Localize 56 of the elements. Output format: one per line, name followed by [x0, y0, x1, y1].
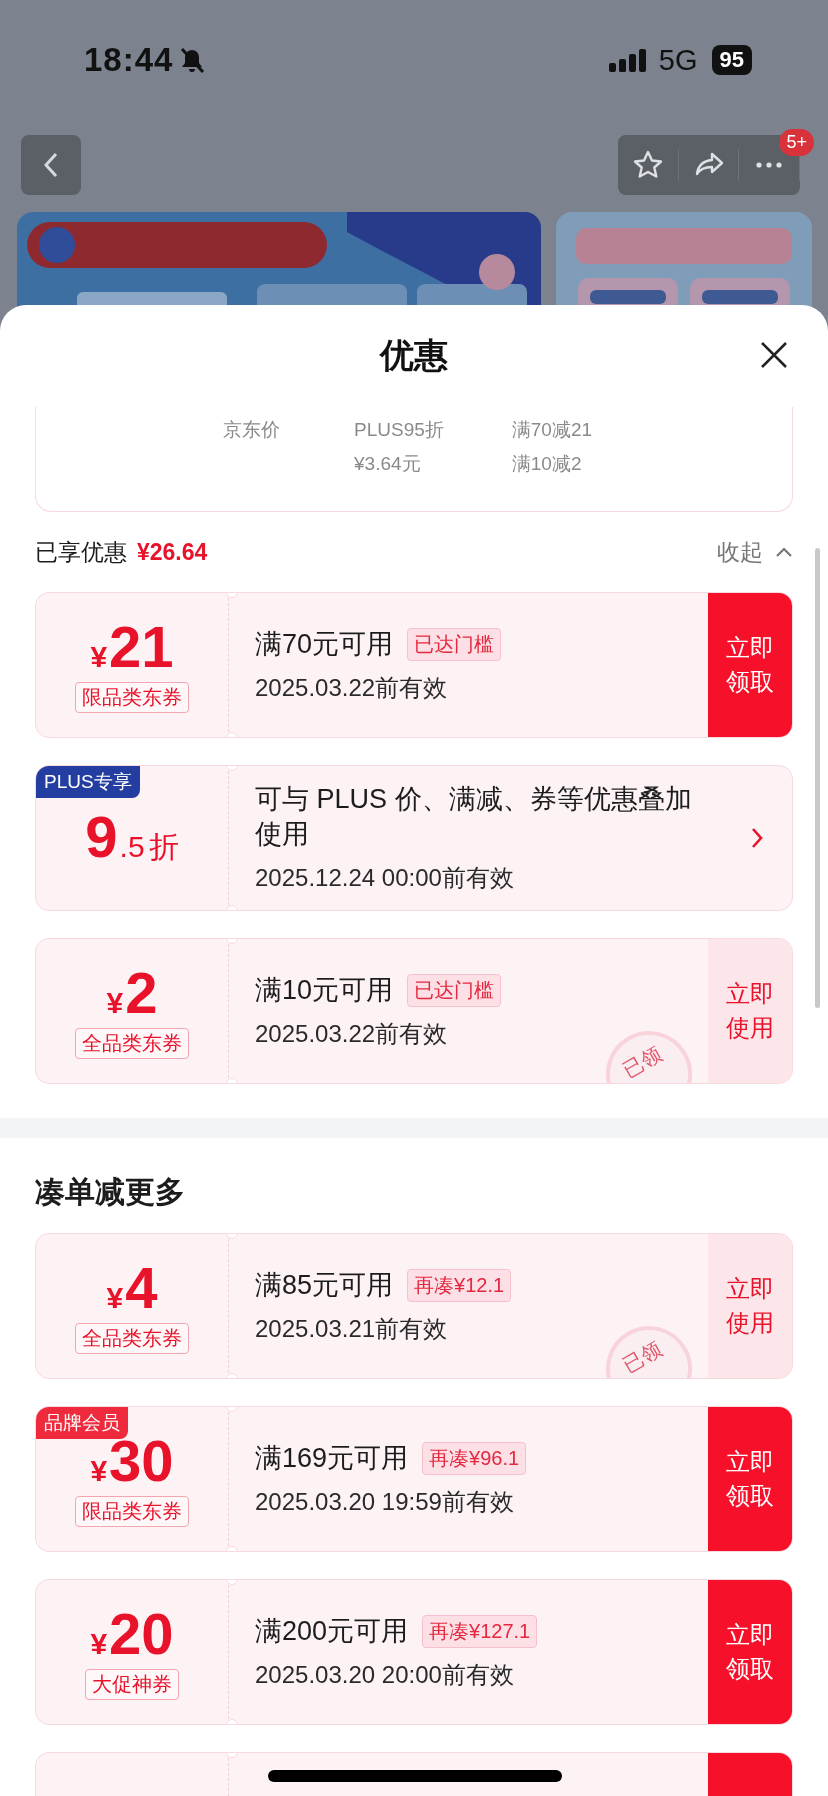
section-title: 凑单减更多 — [35, 1174, 186, 1210]
coupon-condition: 满200元可用 — [255, 1615, 409, 1648]
price-summary-text: 满10减2 — [511, 452, 583, 476]
member-badge: 品牌会员 — [36, 1407, 128, 1439]
coupon-value: ¥21 — [90, 617, 174, 676]
chevron-up-icon — [775, 545, 793, 559]
clock-time: 18:44 — [84, 41, 174, 79]
coupon-value: ¥4 — [106, 1258, 158, 1317]
claim-button[interactable]: 立即领取 — [708, 1580, 792, 1724]
coupon-category-tag: 大促神券 — [85, 1668, 179, 1700]
applied-discount-amount: ¥26.64 — [137, 538, 208, 566]
coupon-description: 可与 PLUS 价、满减、券等优惠叠加使用 — [255, 782, 693, 851]
coupon-category-tag: 全品类东券 — [75, 1322, 189, 1354]
member-badge: PLUS专享 — [36, 766, 140, 798]
validity-date: 2025.03.21前有效 — [255, 1314, 449, 1344]
coupon-category-tag: 全品类东券 — [75, 1027, 189, 1059]
collapse-toggle[interactable]: 收起 — [717, 536, 793, 568]
price-summary-text: 满70减21 — [511, 418, 593, 442]
sheet-title: 优惠 — [380, 335, 448, 376]
coupon-value: ¥2 — [106, 963, 158, 1022]
threshold-tag: 再凑¥96.1 — [422, 1441, 527, 1475]
threshold-tag: 已达门槛 — [407, 627, 502, 661]
notification-badge: 5+ — [779, 129, 814, 156]
coupon-condition: 满70元可用 — [255, 628, 394, 661]
price-summary-text: ¥3.64元 — [354, 452, 422, 476]
chevron-right-icon[interactable] — [750, 827, 764, 849]
coupon-condition: 满85元可用 — [255, 1269, 394, 1302]
coupon-condition: 满169元可用 — [255, 1442, 409, 1475]
coupon-category-tag: 限品类东券 — [75, 1495, 189, 1527]
validity-date: 2025.03.20 19:59前有效 — [255, 1487, 515, 1517]
coupon-category-tag: 限品类东券 — [75, 681, 189, 713]
back-button[interactable] — [21, 135, 81, 195]
star-icon[interactable] — [631, 149, 664, 181]
use-now-button[interactable]: 立即使用 — [708, 939, 792, 1083]
coupon-condition: 满10元可用 — [255, 974, 394, 1007]
battery-level: 95 — [711, 45, 752, 75]
threshold-tag: 已达门槛 — [407, 973, 502, 1007]
signal-icon — [608, 48, 647, 72]
validity-date: 2025.03.20 20:00前有效 — [255, 1660, 515, 1690]
coupon-value: ¥20 — [90, 1604, 174, 1663]
price-summary-text: 京东价 — [223, 418, 280, 442]
close-icon — [760, 341, 788, 369]
bell-off-icon — [179, 46, 206, 74]
applied-discount-label: 已享优惠 — [35, 537, 127, 567]
claim-button[interactable]: 立即领取 — [708, 1407, 792, 1551]
validity-date: 2025.03.22前有效 — [255, 673, 449, 703]
use-now-button[interactable]: 立即使用 — [708, 1234, 792, 1378]
validity-date: 2025.03.22前有效 — [255, 1019, 449, 1049]
threshold-tag: 再凑¥127.1 — [422, 1614, 538, 1648]
price-summary-text: PLUS95折 — [354, 418, 444, 442]
claim-button[interactable]: 立即领取 — [708, 593, 792, 737]
threshold-tag: 再凑¥12.1 — [407, 1268, 512, 1302]
validity-date: 2025.12.24 00:00前有效 — [255, 863, 515, 894]
close-button[interactable] — [760, 341, 788, 369]
coupon-value: 9.5折 — [85, 808, 179, 868]
network-label: 5G — [658, 43, 698, 77]
